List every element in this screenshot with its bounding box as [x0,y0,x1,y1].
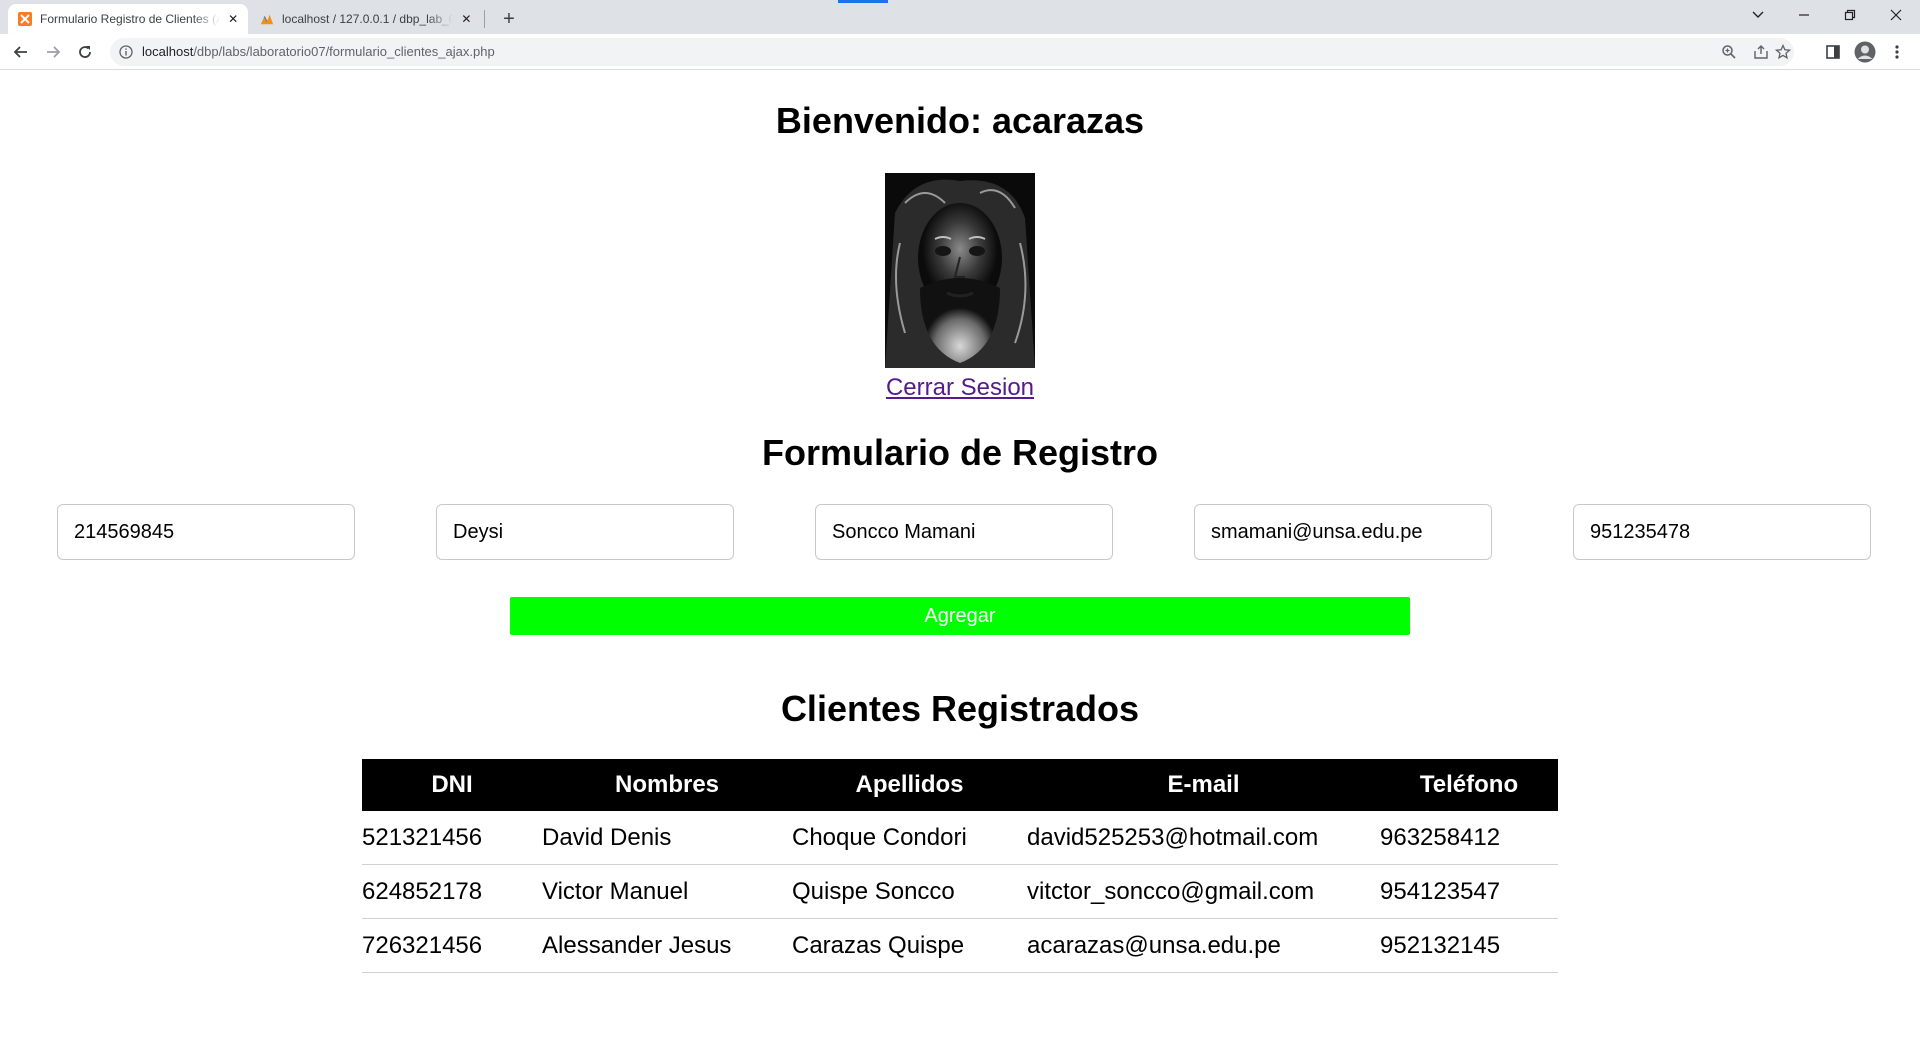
table-cell: david525253@hotmail.com [1027,811,1380,865]
clients-table: DNI Nombres Apellidos E-mail Teléfono 52… [362,759,1558,973]
table-cell: 726321456 [362,918,542,973]
column-header: DNI [362,759,542,811]
table-cell: 624852178 [362,864,542,919]
table-cell: acarazas@unsa.edu.pe [1027,918,1380,973]
column-header: E-mail [1027,759,1380,811]
table-row: 624852178 Victor Manuel Quispe Soncco vi… [362,864,1558,919]
table-cell: vitctor_soncco@gmail.com [1027,864,1380,919]
email-input[interactable] [1194,504,1492,560]
loading-indicator [838,0,888,3]
table-header-row: DNI Nombres Apellidos E-mail Teléfono [362,759,1558,811]
add-button[interactable]: Agregar [510,597,1410,635]
tab-title: Formulario Registro de Clientes (AJAX) [40,12,221,26]
table-cell: Alessander Jesus [542,918,792,973]
tab-title: localhost / 127.0.0.1 / dbp_lab_07 [282,12,453,26]
tab-strip: Formulario Registro de Clientes (AJAX) ✕… [0,0,1920,34]
clients-title: Clientes Registrados [780,688,1140,729]
url-host: localhost [142,44,194,59]
site-info-icon[interactable] [118,44,134,60]
back-arrow-icon[interactable] [8,39,34,65]
tab-phpmyadmin[interactable]: localhost / 127.0.0.1 / dbp_lab_07 ✕ [250,4,482,34]
tab-formulario[interactable]: Formulario Registro de Clientes (AJAX) ✕ [8,4,248,34]
table-cell: 521321456 [362,811,542,865]
url-path: /dbp/labs/laboratorio07/formulario_clien… [193,44,495,59]
xampp-icon [18,12,32,26]
column-header: Nombres [542,759,792,811]
form-title: Formulario de Registro [761,432,1159,473]
restore-icon[interactable] [1828,0,1872,30]
profile-avatar-icon[interactable] [1852,39,1878,65]
address-bar[interactable]: localhost/dbp/labs/laboratorio07/formula… [110,38,1794,66]
nombres-input[interactable] [436,504,734,560]
table-cell: Choque Condori [792,811,1027,865]
dni-input[interactable] [57,504,355,560]
side-panel-icon[interactable] [1820,39,1846,65]
table-row: 521321456 David Denis Choque Condori dav… [362,811,1558,865]
table-cell: 954123547 [1380,864,1558,919]
browser-toolbar: localhost/dbp/labs/laboratorio07/formula… [0,34,1920,70]
logout-link[interactable]: Cerrar Sesion [0,374,1920,402]
bookmark-star-icon[interactable] [1774,43,1792,61]
column-header: Teléfono [1380,759,1558,811]
user-photo [885,173,1035,368]
share-icon[interactable] [1752,43,1770,61]
new-tab-icon[interactable]: + [496,6,522,32]
forward-arrow-icon[interactable] [40,39,66,65]
tab-search-icon[interactable] [1736,0,1780,30]
close-window-icon[interactable] [1874,0,1918,30]
table-cell: Victor Manuel [542,864,792,919]
table-cell: 963258412 [1380,811,1558,865]
menu-kebab-icon[interactable] [1884,39,1910,65]
table-cell: 952132145 [1380,918,1558,973]
telefono-input[interactable] [1573,504,1871,560]
phpmyadmin-icon [260,12,274,26]
close-icon[interactable]: ✕ [459,11,474,27]
table-cell: Carazas Quispe [792,918,1027,973]
column-header: Apellidos [792,759,1027,811]
apellidos-input[interactable] [815,504,1113,560]
tab-separator [484,10,485,28]
table-cell: Quispe Soncco [792,864,1027,919]
table-cell: David Denis [542,811,792,865]
welcome-heading: Bienvenido: acarazas [775,100,1145,141]
close-icon[interactable]: ✕ [226,11,240,27]
minimize-icon[interactable] [1782,0,1826,30]
page-content: Bienvenido: acarazas Cerrar Sesion Formu… [0,70,1920,1037]
reload-icon[interactable] [72,39,98,65]
table-row: 726321456 Alessander Jesus Carazas Quisp… [362,918,1558,973]
url-text[interactable]: localhost/dbp/labs/laboratorio07/formula… [142,44,495,59]
zoom-icon[interactable] [1720,43,1738,61]
